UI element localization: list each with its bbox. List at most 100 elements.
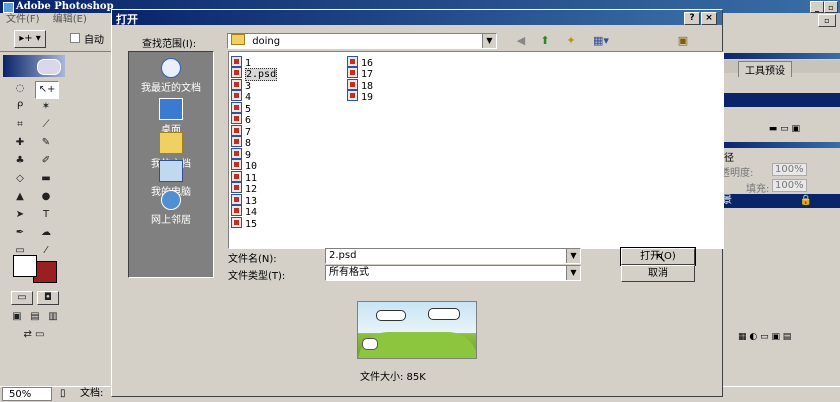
psd-file-icon bbox=[231, 125, 242, 136]
chevron-down-icon[interactable]: ▼ bbox=[566, 266, 580, 280]
quickmask-mode-icon[interactable]: ◘ bbox=[37, 291, 59, 305]
recent-documents-icon bbox=[161, 58, 181, 78]
jump-to-imageready-icon[interactable]: ⇄ ▭ bbox=[9, 327, 59, 343]
path-select-icon[interactable]: ➤ bbox=[9, 207, 31, 223]
desktop-folder-icon[interactable]: ▣ bbox=[676, 35, 690, 47]
file-list: 1 2.psd 3 4 5 6 7 8 9 10 11 12 13 14 15 … bbox=[228, 51, 724, 249]
screen-mode-full-icon[interactable]: ▥ bbox=[45, 309, 61, 325]
layer-row[interactable]: 景 🔒 bbox=[720, 194, 840, 208]
chevron-down-icon[interactable]: ▼ bbox=[482, 34, 496, 48]
file-item[interactable]: 3 bbox=[231, 79, 251, 92]
stamp-tool-icon[interactable]: ♣ bbox=[9, 153, 31, 169]
file-item[interactable]: 6 bbox=[231, 113, 251, 126]
file-item[interactable]: 5 bbox=[231, 102, 251, 115]
psd-file-icon bbox=[231, 205, 242, 216]
cloud-icon bbox=[376, 310, 406, 321]
filename-combo[interactable]: 2.psd ▼ bbox=[325, 248, 581, 264]
psd-file-icon bbox=[347, 67, 358, 78]
file-item[interactable]: 9 bbox=[231, 148, 251, 161]
look-in-combo[interactable]: doing ▼ bbox=[227, 33, 497, 49]
view-menu-icon[interactable]: ▦▾ bbox=[590, 35, 612, 47]
gradient-tool-icon[interactable]: ▬ bbox=[35, 171, 57, 187]
file-item[interactable]: 11 bbox=[231, 171, 257, 184]
minimize-button[interactable]: _ bbox=[810, 1, 824, 13]
file-item[interactable]: 17 bbox=[347, 67, 373, 80]
fill-value[interactable]: 100% bbox=[772, 179, 807, 192]
auto-select-checkbox[interactable] bbox=[70, 33, 80, 43]
psd-file-icon bbox=[347, 56, 358, 67]
filetype-combo[interactable]: 所有格式 ▼ bbox=[325, 265, 581, 281]
filename-value: 2.psd bbox=[329, 250, 357, 261]
brush-tool-icon[interactable]: ✎ bbox=[35, 135, 57, 151]
folder-icon bbox=[231, 34, 245, 45]
psd-file-icon bbox=[231, 67, 242, 78]
file-item[interactable]: 14 bbox=[231, 205, 257, 218]
preview-thumbnail bbox=[357, 301, 477, 359]
opacity-value[interactable]: 100% bbox=[772, 163, 807, 176]
layer-action-icons[interactable]: ▦ ◐ ▭ ▣ ▤ bbox=[738, 332, 791, 342]
file-item[interactable]: 8 bbox=[231, 136, 251, 149]
menu-file[interactable]: 文件(F) bbox=[6, 14, 40, 25]
psd-file-icon bbox=[231, 194, 242, 205]
place-recent[interactable]: 我最近的文档 bbox=[129, 58, 213, 94]
opacity-label: 透明度: bbox=[720, 168, 754, 179]
foreground-color-swatch[interactable] bbox=[13, 255, 37, 277]
panel-icons[interactable]: ▬ ▭ ▣ bbox=[769, 124, 800, 134]
lasso-tool-icon[interactable]: ᑭ bbox=[9, 99, 31, 115]
healing-brush-icon[interactable]: ✚ bbox=[9, 135, 31, 151]
type-tool-icon[interactable]: T bbox=[35, 207, 57, 223]
file-item[interactable]: 15 bbox=[231, 217, 257, 230]
new-folder-icon[interactable]: ✦ bbox=[564, 35, 578, 47]
toolbox: ◌ ↖+ ᑭ ✶ ⌗ ⟋ ✚ ✎ ♣ ✐ ◇ ▬ ▲ ● ➤ T ✒ ☁ ▭ ⁄… bbox=[3, 55, 65, 345]
file-item[interactable]: 16 bbox=[347, 56, 373, 69]
place-network[interactable]: 网上邻居 bbox=[129, 190, 213, 226]
menu-edit[interactable]: 编辑(E) bbox=[53, 14, 87, 25]
tool-presets-panel: 工具预设 bbox=[720, 53, 840, 107]
blur-tool-icon[interactable]: ▲ bbox=[9, 189, 31, 205]
screen-mode-standard-icon[interactable]: ▣ bbox=[9, 309, 25, 325]
move-tool-icon[interactable]: ↖+ bbox=[35, 81, 59, 99]
pen-tool-icon[interactable]: ✒ bbox=[9, 225, 31, 241]
close-button[interactable]: × bbox=[701, 12, 717, 25]
doc-label: 文档: bbox=[80, 388, 104, 399]
layers-bottom-bar: ▦ ◐ ▭ ▣ ▤ bbox=[720, 330, 840, 346]
file-item-selected[interactable]: 2.psd bbox=[231, 67, 278, 81]
up-folder-icon[interactable]: ⬆ bbox=[538, 35, 552, 47]
shape-tool-icon[interactable]: ☁ bbox=[35, 225, 57, 241]
filename-label: 文件名(N): bbox=[228, 254, 277, 265]
history-brush-icon[interactable]: ✐ bbox=[35, 153, 57, 169]
back-icon[interactable]: ◀ bbox=[514, 35, 528, 47]
help-button[interactable]: ? bbox=[684, 12, 700, 25]
zoom-level[interactable]: 50% bbox=[2, 387, 52, 401]
screen-mode-full-menu-icon[interactable]: ▤ bbox=[27, 309, 43, 325]
standard-mode-icon[interactable]: ▭ bbox=[11, 291, 33, 305]
menubar-restore-button[interactable]: ▫ bbox=[818, 14, 836, 27]
mouse-cursor-icon: ↖ bbox=[655, 250, 667, 266]
cancel-button[interactable]: 取消 bbox=[621, 265, 695, 282]
toolbox-header bbox=[3, 55, 65, 77]
chevron-down-icon[interactable]: ▼ bbox=[566, 249, 580, 263]
file-item[interactable]: 1 bbox=[231, 56, 251, 69]
filetype-label: 文件类型(T): bbox=[228, 271, 286, 282]
restore-button[interactable]: ▫ bbox=[824, 1, 838, 13]
tab-paths[interactable]: 径 bbox=[724, 149, 734, 164]
place-desktop[interactable]: 桌面 bbox=[129, 98, 213, 136]
magic-wand-icon[interactable]: ✶ bbox=[35, 99, 57, 115]
tab-tool-presets[interactable]: 工具预设 bbox=[738, 61, 792, 77]
file-item[interactable]: 13 bbox=[231, 194, 257, 207]
file-item[interactable]: 4 bbox=[231, 90, 251, 103]
file-item[interactable]: 19 bbox=[347, 90, 373, 103]
look-in-value: doing bbox=[252, 36, 281, 47]
eyedropper-icon[interactable]: ⁄ bbox=[35, 243, 57, 259]
dodge-tool-icon[interactable]: ● bbox=[35, 189, 57, 205]
file-item[interactable]: 18 bbox=[347, 79, 373, 92]
file-item[interactable]: 10 bbox=[231, 159, 257, 172]
auto-select-label: 自动 bbox=[84, 35, 104, 46]
file-item[interactable]: 7 bbox=[231, 125, 251, 138]
crop-tool-icon[interactable]: ⌗ bbox=[9, 117, 31, 133]
slice-tool-icon[interactable]: ⟋ bbox=[35, 117, 57, 133]
marquee-tool-icon[interactable]: ◌ bbox=[9, 81, 31, 97]
file-item[interactable]: 12 bbox=[231, 182, 257, 195]
eraser-tool-icon[interactable]: ◇ bbox=[9, 171, 31, 187]
move-tool-preset-button[interactable]: ▸+ ▾ bbox=[14, 30, 46, 48]
